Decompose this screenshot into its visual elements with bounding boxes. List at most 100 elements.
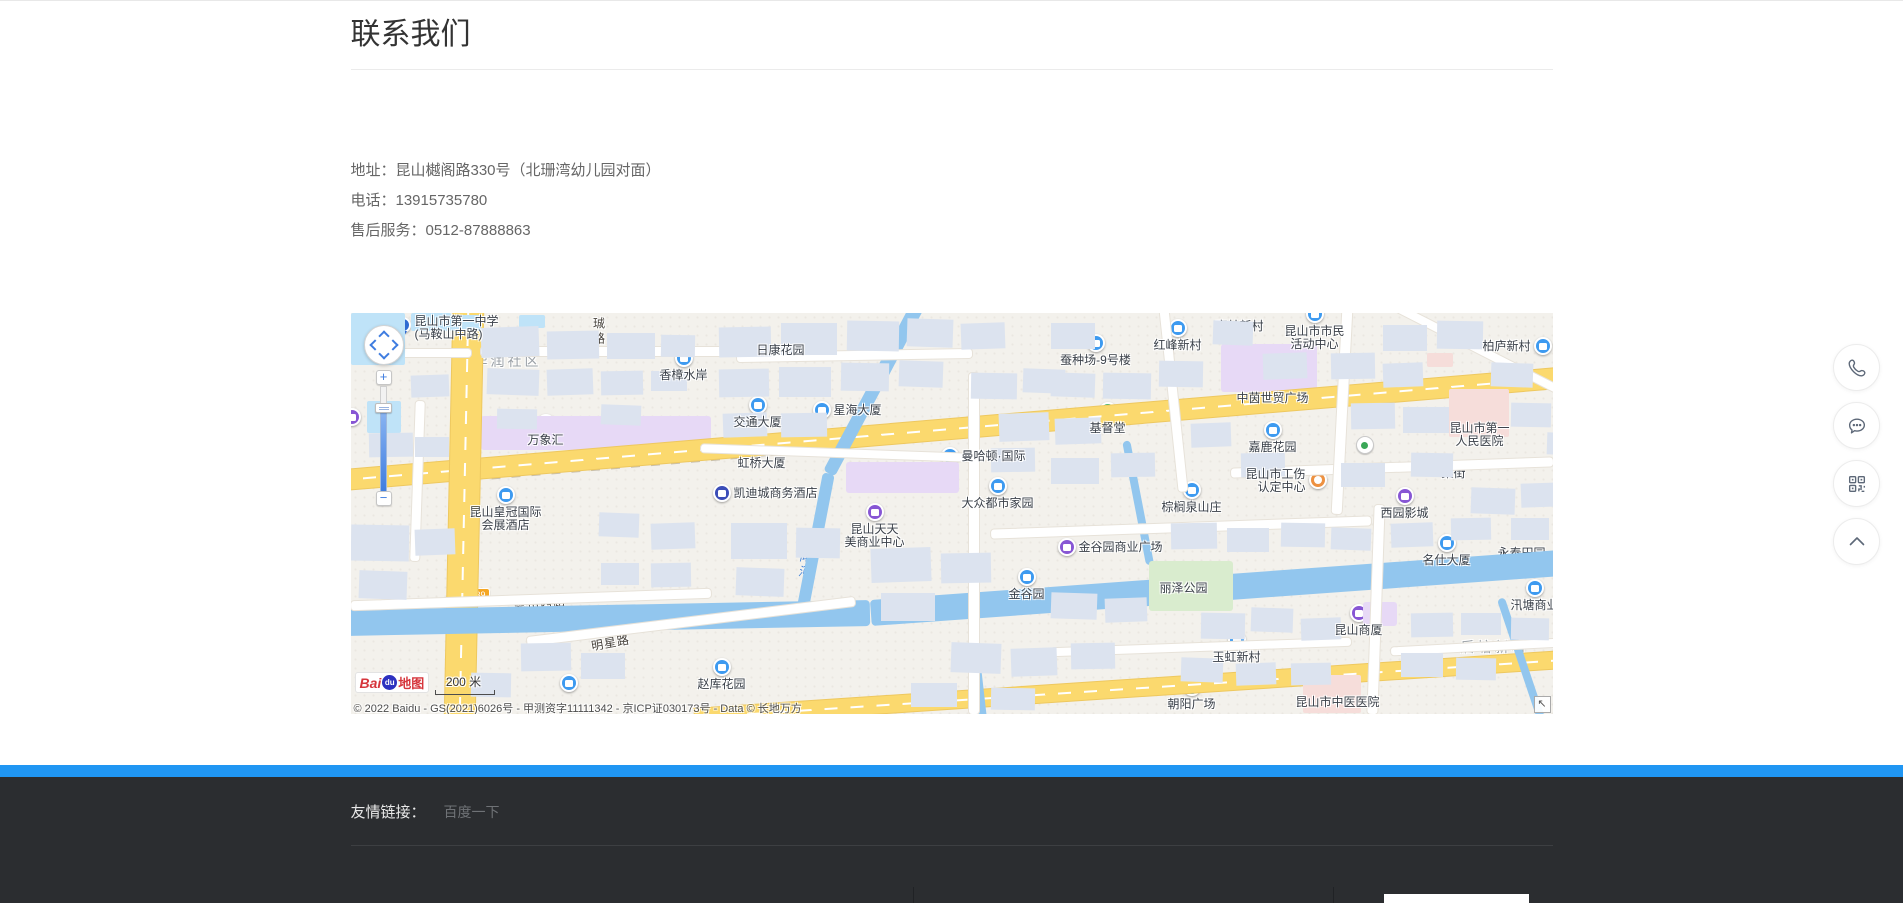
phone-button[interactable] <box>1833 344 1880 391</box>
map-poi-bldg-icon <box>560 674 578 692</box>
map-building-block <box>1450 518 1490 541</box>
map-poi-label: 柏庐新村 <box>1391 340 1531 353</box>
map-poi-bldg-icon <box>1018 568 1036 586</box>
map-building-block <box>581 653 625 679</box>
map-poi-bldg-icon <box>713 658 731 676</box>
map-poi-label: 昆山天天美商业中心 <box>805 523 945 549</box>
map-building-block <box>598 512 639 537</box>
map-scale-bar <box>435 690 495 695</box>
map-poi-label: 丽泽公园 <box>1068 582 1208 595</box>
map-poi-label: 赵库花园 <box>652 678 792 691</box>
map-building-block <box>415 437 449 457</box>
friendly-link-baidu[interactable]: 百度一下 <box>444 804 500 820</box>
map-poi-hotel-icon <box>713 484 731 502</box>
map-building-block <box>1235 662 1276 685</box>
map-building-block <box>414 528 455 555</box>
map-building-block <box>607 333 655 359</box>
map-building-block <box>1382 362 1423 387</box>
map-poi-label: 金谷园商业广场 <box>1079 541 1163 554</box>
chevron-up-icon <box>1845 530 1869 554</box>
contact-after-sales: 售后服务：0512-87888863 <box>351 216 1553 246</box>
map-poi-label: 交通大厦 <box>688 416 828 429</box>
map-poi-bldg-icon <box>1534 337 1552 355</box>
map-poi-label: 香樟水岸 <box>614 369 754 382</box>
map-building-block <box>650 563 690 588</box>
back-to-top-button[interactable] <box>1833 518 1880 565</box>
map-building-block <box>1022 368 1065 393</box>
map-building-block <box>546 331 598 360</box>
map-building-block <box>1200 613 1244 640</box>
map-building-block <box>990 688 1034 711</box>
map-building-block <box>1070 643 1114 670</box>
pan-down-icon[interactable] <box>378 348 389 359</box>
map-building-block <box>351 524 409 561</box>
contact-address: 地址：昆山樾阁路330号（北珊湾幼儿园对面） <box>351 156 1553 186</box>
map-copyright: © 2022 Baidu - GS(2021)6026号 - 甲测资字11111… <box>354 700 802 714</box>
map-scale-label: 200 米 <box>434 673 494 690</box>
map-pan-control[interactable] <box>364 325 404 365</box>
map-building-block <box>1170 523 1216 550</box>
map-building-block <box>1250 607 1293 632</box>
map-zoom-slider-thumb[interactable] <box>375 403 392 413</box>
page: 联系我们 地址：昆山樾阁路330号（北珊湾幼儿园对面） 电话：139157357… <box>0 0 1903 903</box>
map-zoom-in-button[interactable]: + <box>376 370 392 385</box>
map-building-block <box>735 567 784 597</box>
map-poi-label: 昆山市工伤认定中心 <box>1166 468 1306 494</box>
map-building-block <box>1051 323 1095 349</box>
baidu-map[interactable]: S339叶荷河娄江朝阳西路明星路震川西路前进西路珹路江浦路超华城市广场后塘新村华… <box>351 313 1553 714</box>
map-poi-label: 昆山市市民活动中心 <box>1245 325 1385 351</box>
map-building-block <box>1410 453 1452 478</box>
map-poi-label: 红峰新村 <box>1108 339 1248 352</box>
map-building-block <box>960 322 1005 350</box>
map-poi-label: 虹桥大厦 <box>692 457 832 470</box>
qrcode-button[interactable] <box>1833 460 1880 507</box>
page-title: 联系我们 <box>351 1 1553 53</box>
map-building-block <box>358 570 407 600</box>
map-poi-mall-icon <box>866 503 884 521</box>
map-poi-bldg-icon <box>749 396 767 414</box>
map-poi-bldg-icon <box>497 486 515 504</box>
map-building-block <box>486 368 539 396</box>
map-zoom-out-button[interactable]: − <box>376 491 392 506</box>
map-building-block <box>520 643 570 672</box>
footer-accent-strip <box>0 765 1903 777</box>
baidu-logo[interactable]: Bai du 地图 <box>355 672 430 693</box>
map-zoom-track-fill[interactable] <box>380 408 387 492</box>
map-building-block <box>410 374 449 397</box>
map-poi-label: 棕榈泉山庄 <box>1122 501 1262 514</box>
map-resize-corner-icon[interactable]: ↖ <box>1534 696 1551 713</box>
baidu-paw-icon: du <box>382 675 397 690</box>
pan-left-icon[interactable] <box>369 339 380 350</box>
map-poi-mall-icon <box>1396 487 1414 505</box>
map-building-block <box>840 363 888 392</box>
qrcode-icon <box>1846 473 1868 495</box>
map-building-block <box>1350 403 1394 430</box>
map-building-block <box>1341 463 1385 487</box>
pan-right-icon[interactable] <box>387 339 398 350</box>
map-poi-label: 日康花园 <box>757 344 805 357</box>
map-building-block <box>870 547 931 583</box>
map-poi-traffic-icon <box>1356 436 1374 454</box>
pan-up-icon[interactable] <box>378 330 389 341</box>
footer: 友情链接：百度一下 <box>0 777 1903 903</box>
floating-action-stack <box>1833 344 1880 576</box>
map-building-block <box>1470 487 1515 515</box>
map-building-block <box>881 593 935 621</box>
map-building-block <box>1520 482 1552 507</box>
map-building-block <box>1455 658 1495 681</box>
map-building-block <box>1110 453 1154 478</box>
map-poi-label: 曼哈顿·国际 <box>962 450 1026 463</box>
map-poi-label: 朝阳广场 <box>1122 698 1262 711</box>
title-divider <box>351 69 1553 70</box>
map-building-block <box>1102 373 1150 400</box>
map-poi-label: 名仕大厦 <box>1377 554 1517 567</box>
map-building-block <box>1280 523 1324 548</box>
map-poi-label: 昆山皇冠国际会展酒店 <box>436 506 576 532</box>
map-building-block <box>940 553 991 584</box>
map-poi-label: 玉虹新村 <box>1167 651 1307 664</box>
map-poi-mall-icon <box>351 408 361 426</box>
map-hospital-area <box>1427 353 1453 367</box>
message-button[interactable] <box>1833 402 1880 449</box>
map-building-block <box>601 563 639 585</box>
map-building-block <box>906 318 953 348</box>
